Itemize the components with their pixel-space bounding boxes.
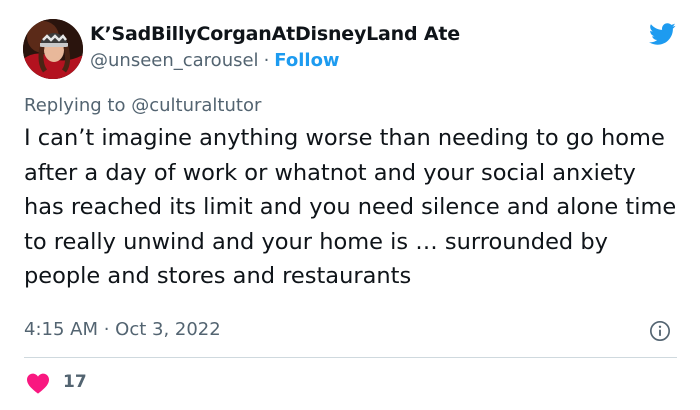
follow-button[interactable]: Follow xyxy=(274,50,339,71)
heart-icon[interactable] xyxy=(26,372,50,394)
replying-prefix: Replying to xyxy=(24,95,126,116)
author-meta-row: @unseen_carousel · Follow xyxy=(90,50,340,71)
replying-to: Replying to @culturaltutor xyxy=(24,95,261,116)
author-handle[interactable]: @unseen_carousel xyxy=(90,50,259,71)
twitter-bird-icon[interactable] xyxy=(646,20,678,48)
separator-dot: · xyxy=(263,50,270,71)
divider xyxy=(24,357,677,358)
tweet-card: K’SadBillyCorganAtDisneyLand Ate @unseen… xyxy=(0,0,700,410)
like-count[interactable]: 17 xyxy=(63,372,87,392)
tweet-timestamp[interactable]: 4:15 AM · Oct 3, 2022 xyxy=(24,319,221,340)
info-icon[interactable] xyxy=(649,320,671,342)
avatar-image xyxy=(23,19,83,79)
avatar[interactable] xyxy=(23,19,83,79)
tweet-text: I can’t imagine anything worse than need… xyxy=(24,125,677,289)
reply-mention-link[interactable]: @culturaltutor xyxy=(131,95,261,116)
author-display-name[interactable]: K’SadBillyCorganAtDisneyLand Ate xyxy=(90,23,460,45)
